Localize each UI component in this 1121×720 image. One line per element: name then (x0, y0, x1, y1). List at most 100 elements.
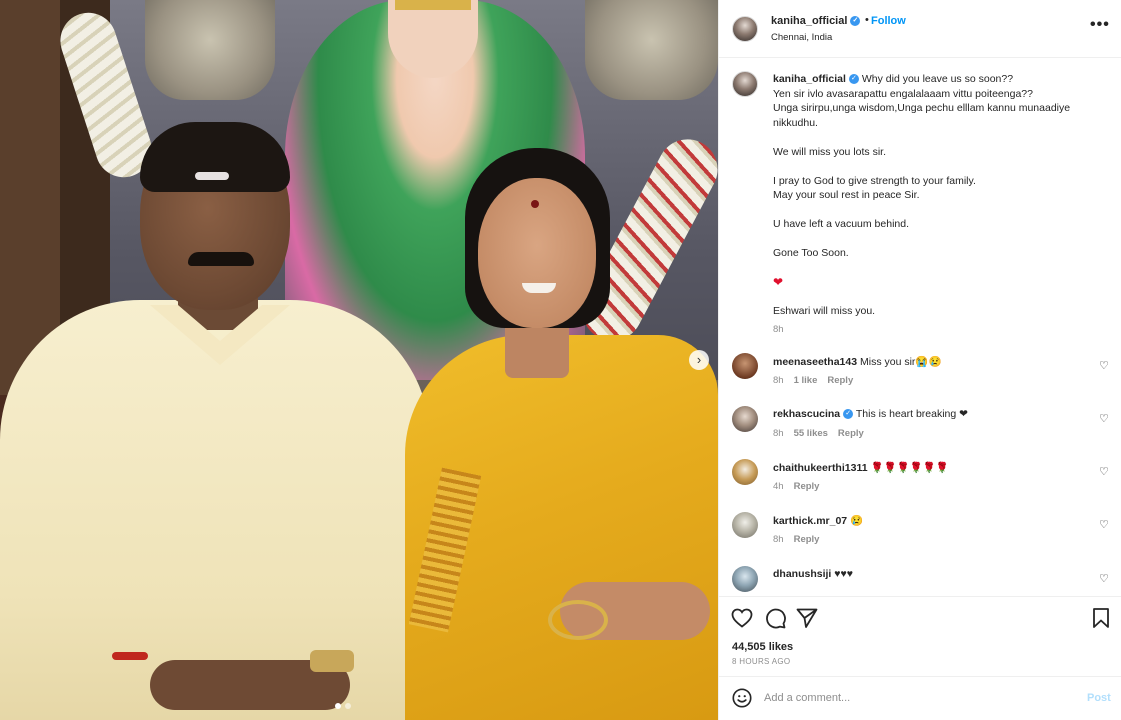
comment-body: ♥♥♥ (834, 568, 853, 580)
comment-body: This is heart breaking ❤ (855, 408, 968, 420)
reply-button[interactable]: Reply (827, 375, 853, 386)
post-comment-button[interactable]: Post (1087, 692, 1111, 704)
avatar[interactable] (732, 16, 758, 42)
comment-likes[interactable]: 55 likes (794, 428, 828, 439)
smiley-icon[interactable] (731, 687, 753, 709)
comment-like-heart-icon[interactable]: ♡ (1099, 572, 1109, 585)
comment-like-heart-icon[interactable]: ♡ (1099, 518, 1109, 531)
carousel-dot (345, 703, 351, 709)
comment-meta: 4h Reply (773, 481, 829, 492)
photo-man-red-thread (112, 652, 148, 660)
photo-goddess-crown (395, 0, 471, 10)
post-age[interactable]: 8 HOURS AGO (732, 657, 790, 666)
avatar[interactable] (732, 406, 758, 432)
caption-timestamp[interactable]: 8h (773, 324, 784, 335)
post-location[interactable]: Chennai, India (771, 32, 832, 43)
comment-body: 😢 (850, 515, 864, 527)
comments-scroll-area[interactable]: kaniha_official ✓ Why did you leave us so… (719, 59, 1121, 595)
bookmark-icon[interactable] (1089, 606, 1113, 630)
avatar[interactable] (732, 512, 758, 538)
heart-outline-icon[interactable] (730, 606, 754, 630)
avatar[interactable] (732, 459, 758, 485)
avatar[interactable] (732, 71, 758, 97)
caption-line: May your soul rest in peace Sir. (773, 189, 920, 201)
comment-username[interactable]: meenaseetha143 (773, 356, 857, 368)
comment-text: dhanushsiji ♥♥♥ (773, 568, 853, 580)
comment-like-heart-icon[interactable]: ♡ (1099, 359, 1109, 372)
paper-plane-icon[interactable] (795, 606, 819, 630)
carousel-dots (335, 703, 351, 709)
comment-meta: 8h 1 like Reply (773, 375, 863, 386)
avatar[interactable] (732, 566, 758, 592)
header-username-text[interactable]: kaniha_official (771, 15, 847, 27)
post-photo[interactable]: › (0, 0, 718, 720)
comment-time[interactable]: 8h (773, 375, 784, 386)
comment-username[interactable]: rekhascucina (773, 408, 840, 420)
caption-line: U have left a vacuum behind. (773, 218, 909, 230)
photo-man-moustache (188, 252, 254, 266)
carousel-dot (335, 703, 341, 709)
photo-man-watch (310, 650, 354, 672)
carousel-next-button[interactable]: › (689, 350, 709, 370)
comment-meta: 8h 55 likes Reply (773, 428, 874, 439)
comment-item: rekhascucina ✓ This is heart breaking ❤ 8… (719, 406, 1121, 458)
comment-like-heart-icon[interactable]: ♡ (1099, 465, 1109, 478)
post-action-bar: 44,505 likes 8 HOURS AGO (719, 596, 1121, 676)
comment-item: dhanushsiji ♥♥♥ ♡ (719, 566, 1121, 595)
comment-bubble-icon[interactable] (763, 606, 787, 630)
photo-man-shirt (0, 300, 430, 720)
reply-button[interactable]: Reply (794, 481, 820, 492)
comment-like-heart-icon[interactable]: ♡ (1099, 412, 1109, 425)
comment-text: chaithukeerthi1311 🌹🌹🌹🌹🌹🌹 (773, 461, 949, 474)
reply-button[interactable]: Reply (794, 534, 820, 545)
comment-username[interactable]: dhanushsiji (773, 568, 831, 580)
comment-body: Miss you sir😭😢 (859, 356, 942, 368)
post-details-panel: kaniha_official ✓ • Follow Chennai, India… (718, 0, 1121, 720)
add-comment-bar: Post (719, 676, 1121, 720)
photo-man-hair (140, 122, 290, 192)
avatar[interactable] (732, 353, 758, 379)
comment-item: meenaseetha143 Miss you sir😭😢 8h 1 like Re… (719, 353, 1121, 405)
caption-line: We will miss you lots sir. (773, 145, 886, 158)
header-separator: • (865, 14, 869, 26)
photo-woman-bindi (531, 200, 539, 208)
caption-line: kaniha_official ✓ Why did you leave us so… (773, 72, 1093, 87)
caption-line: Gone Too Soon. (773, 247, 849, 259)
photo-woman-smile (522, 283, 556, 293)
comment-input[interactable] (764, 687, 1064, 709)
comment-username[interactable]: karthick.mr_07 (773, 515, 847, 527)
comment-item: chaithukeerthi1311 🌹🌹🌹🌹🌹🌹 4h Reply ♡ (719, 459, 1121, 511)
more-options-icon[interactable]: ••• (1090, 16, 1110, 34)
likes-count[interactable]: 44,505 likes (732, 641, 793, 653)
photo-carving-left (145, 0, 275, 100)
comment-body: 🌹🌹🌹🌹🌹🌹 (870, 462, 949, 474)
photo-man-forehead-mark (195, 172, 229, 180)
header-username[interactable]: kaniha_official ✓ (771, 15, 861, 27)
reply-button[interactable]: Reply (838, 428, 864, 439)
photo-woman-bangles (548, 600, 608, 640)
comment-meta: 8h Reply (773, 534, 829, 545)
comment-item: karthick.mr_07 😢 8h Reply ♡ (719, 512, 1121, 564)
caption-line: Eshwari will miss you. (773, 305, 876, 317)
instagram-post-window: › kaniha_official ✓ • Follow Chennai, Ind… (0, 0, 1121, 720)
comment-time[interactable]: 8h (773, 428, 784, 439)
comment-time[interactable]: 8h (773, 534, 784, 545)
comment-username[interactable]: chaithukeerthi1311 (773, 462, 868, 474)
caption-line-text: Why did you leave us so soon?? (861, 73, 1014, 85)
comment-time[interactable]: 4h (773, 481, 784, 492)
caption-text: kaniha_official ✓ Why did you leave us so… (773, 72, 1093, 319)
follow-button[interactable]: Follow (871, 15, 906, 27)
verified-badge-icon: ✓ (850, 16, 861, 27)
caption-heart-icon: ❤ (773, 275, 784, 289)
comment-text: rekhascucina ✓ This is heart breaking ❤ (773, 408, 968, 420)
caption-line: Yen sir ivlo avasarapattu engalalaaam vi… (773, 87, 1033, 100)
post-header: kaniha_official ✓ • Follow Chennai, India… (719, 0, 1121, 58)
verified-badge-icon: ✓ (848, 74, 859, 85)
comment-likes[interactable]: 1 like (794, 375, 818, 386)
verified-badge-icon: ✓ (843, 409, 854, 420)
caption-line: I pray to God to give strength to your f… (773, 174, 976, 187)
comment-text: karthick.mr_07 😢 (773, 514, 863, 527)
caption-username[interactable]: kaniha_official (773, 73, 846, 85)
caption-line: Unga sirirpu,unga wisdom,Unga pechu elll… (773, 102, 1071, 129)
photo-carving-right (585, 0, 718, 100)
